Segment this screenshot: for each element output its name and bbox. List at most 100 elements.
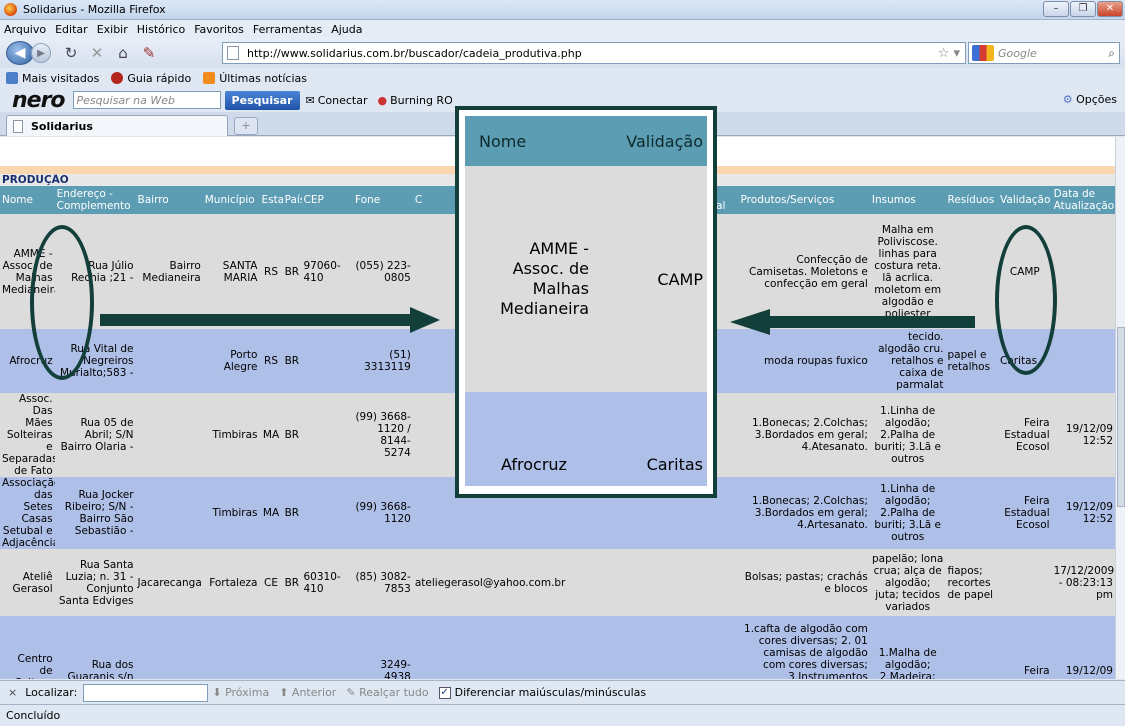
back-button[interactable]: ◀ <box>6 41 34 65</box>
bookmark-star-icon[interactable]: ☆ ▾ <box>938 46 960 61</box>
zoom-header-nome: Nome <box>479 131 527 151</box>
maximize-button[interactable]: ❐ <box>1070 1 1096 17</box>
extension-icon[interactable]: ✎ <box>139 44 159 62</box>
menu-editar[interactable]: Editar <box>55 23 88 36</box>
zoom-row2-validacao: Caritas <box>646 455 703 474</box>
close-button[interactable]: ✕ <box>1097 1 1123 17</box>
vertical-scrollbar[interactable] <box>1115 137 1125 679</box>
address-bar[interactable]: http://www.solidarius.com.br/buscador/ca… <box>222 42 966 64</box>
cell-pais: BR <box>282 549 302 616</box>
cell-insumos: tecido. algodão cru. retalhos e caixa de… <box>869 329 946 393</box>
menu-favoritos[interactable]: Favoritos <box>194 23 244 36</box>
menu-ajuda[interactable]: Ajuda <box>331 23 362 36</box>
cell-insumos: 1.Malha de algodão; 2.Madeira; 3.Técnica… <box>869 616 946 679</box>
bookmark-ultimas-noticias[interactable]: Últimas notícias <box>203 72 307 85</box>
find-input[interactable] <box>83 683 209 702</box>
col-data[interactable]: Data de Atualização <box>1051 186 1115 214</box>
col-insumos[interactable]: Insumos <box>869 186 946 214</box>
highlight-ellipse-validacao <box>995 225 1057 375</box>
search-placeholder[interactable]: Google <box>998 47 1108 60</box>
col-nome[interactable]: Nome <box>0 186 55 214</box>
col-validacao[interactable]: Validação <box>998 186 1052 214</box>
reload-icon[interactable]: ↻ <box>61 44 81 62</box>
find-next-button[interactable]: ⬇ Próxima <box>212 686 269 699</box>
col-pais[interactable]: País <box>282 186 302 214</box>
cell-data: 19/12/09 12:52 <box>1051 393 1115 477</box>
cell-validacao: Feira Estadual Ecosol <box>998 393 1052 477</box>
cell-endereco: Rua 05 de Abril; S/N Bairro Olaria - <box>54 393 136 477</box>
cell-estado: RS <box>259 329 283 393</box>
nero-options-button[interactable]: ⚙ Opções <box>1063 93 1117 106</box>
cell-residuos: papel e retalhos <box>945 329 999 393</box>
col-residuos[interactable]: Resíduos <box>945 186 999 214</box>
nero-burning-button[interactable]: ● Burning RO <box>378 94 453 107</box>
bookmark-mais-visitados[interactable]: Mais visitados <box>6 72 99 85</box>
nero-options-label: Opções <box>1076 93 1117 106</box>
menu-historico[interactable]: Histórico <box>137 23 185 36</box>
tab-solidarius[interactable]: Solidarius <box>6 115 228 136</box>
nero-search-button[interactable]: Pesquisar <box>224 90 300 110</box>
url-text[interactable]: http://www.solidarius.com.br/buscador/ca… <box>247 47 938 60</box>
nero-search-placeholder[interactable]: Pesquisar na Web <box>77 94 175 107</box>
cell-produtos: 1.Bonecas; 2.Colchas; 3.Bordados em gera… <box>738 477 870 549</box>
cell-bairro <box>135 616 203 679</box>
match-case-label[interactable]: Diferenciar maiúsculas/minúsculas <box>455 686 647 699</box>
nero-search-input[interactable]: Pesquisar na Web <box>72 91 221 109</box>
nero-connect-button[interactable]: ✉ Conectar <box>306 94 368 107</box>
find-next-label: Próxima <box>225 686 270 699</box>
match-case-checkbox[interactable]: ✓ <box>438 686 451 699</box>
cell-produtos: Bolsas; pastas; crachás e blocos <box>738 549 870 616</box>
col-municipio[interactable]: Município <box>202 186 260 214</box>
cell-produtos: 1.Bonecas; 2.Colchas; 3.Bordados em gera… <box>738 393 870 477</box>
cell-municipio <box>202 616 260 679</box>
col-fone[interactable]: Fone <box>352 186 413 214</box>
bookmark-label: Guia rápido <box>127 71 192 85</box>
find-close-icon[interactable]: × <box>8 686 17 699</box>
google-icon[interactable] <box>972 45 994 61</box>
nero-search-button-label: Pesquisar <box>231 93 293 107</box>
new-tab-button[interactable]: + <box>234 117 258 135</box>
cell-email <box>412 616 564 679</box>
stop-icon[interactable]: ✕ <box>87 44 107 62</box>
cell-fone: (85) 3082-7853 <box>352 549 413 616</box>
cell-nome: Assoc. Das Mães Solteiras e Separadas de… <box>0 393 55 477</box>
bookmark-guia-rapido[interactable]: Guia rápido <box>111 72 191 85</box>
bookmarks-toolbar: Mais visitados Guia rápido Últimas notíc… <box>0 68 1125 88</box>
search-box[interactable]: Google ⌕ <box>968 42 1120 64</box>
search-icon[interactable]: ⌕ <box>1108 46 1115 61</box>
status-bar: Concluído <box>0 704 1125 726</box>
col-estado[interactable]: Estado <box>259 186 283 214</box>
cell-residuos: fiapos; recortes de papel <box>945 549 999 616</box>
cell-residuos <box>945 477 999 549</box>
forward-button[interactable]: ▶ <box>31 43 51 63</box>
menu-exibir[interactable]: Exibir <box>97 23 128 36</box>
cell-validacao: Feira Estadual Ecosol <box>998 477 1052 549</box>
cell-fone: (99) 3668-1120 / 8144-5274 <box>352 393 413 477</box>
col-bairro[interactable]: Bairro <box>135 186 203 214</box>
cell-bairro: Jacarecanga <box>135 549 203 616</box>
scrollbar-thumb[interactable] <box>1117 327 1125 507</box>
menu-arquivo[interactable]: Arquivo <box>4 23 46 36</box>
find-bar: × Localizar: ⬇ Próxima ⬆ Anterior ✎ Real… <box>0 680 1125 704</box>
options-icon: ⚙ <box>1062 93 1073 106</box>
cell-estado: CE <box>259 549 283 616</box>
zoom-header-validacao: Validação <box>626 131 703 151</box>
cell-bairro <box>135 393 203 477</box>
cell-nome: Centro de Cultura <box>0 616 55 679</box>
col-endereco[interactable]: Endereço - Complemento <box>54 186 136 214</box>
cell-pais: BR <box>282 393 302 477</box>
find-prev-button[interactable]: ⬆ Anterior <box>279 686 336 699</box>
minimize-button[interactable]: – <box>1043 1 1069 17</box>
cell-pais: BR <box>282 477 302 549</box>
cell-produtos: moda roupas fuxico <box>738 329 870 393</box>
zoom-row-amme: AMME - Assoc. de Malhas Medianeira CAMP <box>465 166 707 392</box>
menu-ferramentas[interactable]: Ferramentas <box>253 23 322 36</box>
home-icon[interactable]: ⌂ <box>113 44 133 62</box>
cell-email[interactable]: ateliegerasol@yahoo.com.br <box>412 549 690 616</box>
find-prev-label: Anterior <box>291 686 337 699</box>
bookmark-label: Últimas notícias <box>219 71 307 85</box>
highlight-all-button[interactable]: ✎ Realçar tudo <box>346 686 428 699</box>
col-produtos[interactable]: Produtos/Serviços <box>738 186 870 214</box>
cell-residuos <box>945 393 999 477</box>
col-cep[interactable]: CEP <box>301 186 353 214</box>
